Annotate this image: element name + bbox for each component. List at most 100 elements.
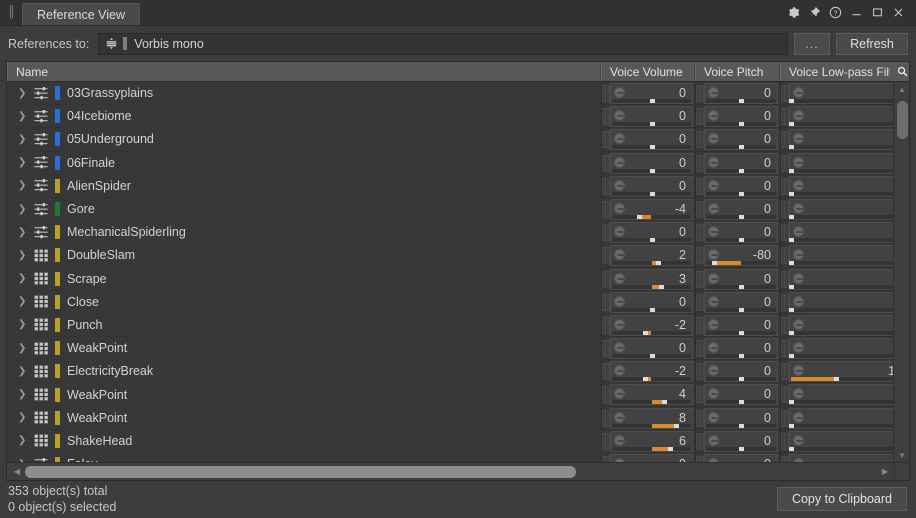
value-widget[interactable]: 0 [610, 106, 693, 128]
table-row[interactable]: ❯ MechanicalSpiderling 0 0 0 [7, 221, 909, 245]
table-row[interactable]: ❯ 04Icebiome 0 0 0 [7, 105, 909, 129]
knob-icon[interactable] [614, 434, 625, 446]
scroll-right-icon[interactable]: ▶ [877, 463, 893, 480]
value-widget[interactable]: 0 [789, 222, 909, 244]
row-name-cell[interactable]: ❯ Close [7, 290, 601, 314]
value-widget[interactable]: 0 [704, 198, 778, 220]
row-name-cell[interactable]: ❯ Scrape [7, 267, 601, 291]
tab-reference-view[interactable]: Reference View [22, 3, 141, 25]
slider-track[interactable] [789, 99, 907, 103]
value-widget[interactable]: 0 [789, 83, 909, 104]
slider-track[interactable] [612, 191, 691, 196]
row-name-cell[interactable]: ❯ 04Icebiome [7, 105, 601, 129]
table-row[interactable]: ❯ 05Underground 0 0 0 [7, 128, 909, 152]
slider-handle[interactable] [643, 330, 649, 335]
slider-track[interactable] [612, 122, 691, 127]
slider-track[interactable] [789, 214, 907, 219]
slider-track[interactable] [706, 99, 776, 103]
slider-handle[interactable] [649, 238, 655, 243]
row-name-cell[interactable]: ❯ WeakPoint [7, 383, 601, 407]
slider-handle[interactable] [739, 307, 744, 312]
knob-icon[interactable] [614, 226, 625, 238]
refresh-button[interactable]: Refresh [836, 32, 908, 55]
cell-voice-volume[interactable]: 0 [601, 221, 695, 245]
knob-icon[interactable] [793, 365, 804, 377]
value-widget[interactable]: -4 [610, 198, 693, 220]
cell-voice-volume[interactable]: 0 [601, 290, 695, 314]
chevron-right-icon[interactable]: ❯ [18, 221, 33, 243]
row-name-cell[interactable]: ❯ MechanicalSpiderling [7, 221, 601, 245]
value-widget[interactable]: 0 [789, 384, 909, 406]
cell-voice-pitch[interactable]: 0 [695, 267, 780, 291]
slider-track[interactable] [706, 261, 776, 266]
slider-handle[interactable] [789, 168, 794, 173]
knob-icon[interactable] [708, 295, 719, 307]
slider-track[interactable] [706, 122, 776, 127]
scroll-down-icon[interactable]: ▼ [894, 448, 909, 463]
value-widget[interactable]: 0 [610, 83, 693, 104]
slider-track[interactable] [789, 446, 907, 451]
cell-voice-lowpass[interactable]: 0 [780, 267, 909, 291]
slider-handle[interactable] [649, 168, 655, 173]
knob-icon[interactable] [708, 133, 719, 145]
slider-handle[interactable] [789, 261, 794, 266]
value-widget[interactable]: 0 [704, 152, 778, 174]
cell-voice-pitch[interactable]: 0 [695, 197, 780, 222]
gear-icon[interactable] [783, 0, 804, 25]
value-widget[interactable]: 0 [789, 314, 909, 336]
value-widget[interactable]: 15 [789, 361, 909, 383]
slider-track[interactable] [612, 330, 691, 335]
slider-handle[interactable] [649, 191, 655, 196]
chevron-right-icon[interactable]: ❯ [18, 152, 33, 174]
slider-handle[interactable] [789, 145, 794, 150]
knob-icon[interactable] [793, 434, 804, 446]
minimize-icon[interactable] [846, 0, 867, 25]
row-name-cell[interactable]: ❯ WeakPoint [7, 406, 601, 430]
row-name-cell[interactable]: ❯ 06Finale [7, 151, 601, 175]
knob-icon[interactable] [708, 110, 719, 122]
table-row[interactable]: ❯ Gore -4 0 0 [7, 197, 909, 222]
slider-track[interactable] [706, 354, 776, 359]
slider-track[interactable] [706, 168, 776, 173]
slider-track[interactable] [706, 330, 776, 335]
knob-icon[interactable] [614, 110, 625, 122]
slider-handle[interactable] [673, 423, 679, 428]
cell-voice-lowpass[interactable]: 0 [780, 82, 909, 106]
maximize-icon[interactable] [867, 0, 888, 25]
value-widget[interactable]: -2 [610, 314, 693, 336]
row-name-cell[interactable]: ❯ Gore [7, 197, 601, 222]
cell-voice-lowpass[interactable]: 0 [780, 290, 909, 314]
column-header-name[interactable]: Name [7, 62, 601, 81]
row-name-cell[interactable]: ❯ 03Grassyplains [7, 82, 601, 106]
slider-track[interactable] [612, 446, 691, 451]
slider-track[interactable] [789, 400, 907, 405]
slider-handle[interactable] [649, 99, 655, 103]
cell-voice-pitch[interactable]: 0 [695, 82, 780, 106]
value-widget[interactable]: 0 [704, 291, 778, 313]
chevron-right-icon[interactable]: ❯ [18, 337, 33, 359]
cell-voice-volume[interactable]: -4 [601, 197, 695, 222]
cell-voice-pitch[interactable]: 0 [695, 313, 780, 338]
knob-icon[interactable] [708, 179, 719, 191]
knob-icon[interactable] [614, 388, 625, 400]
cell-voice-lowpass[interactable]: 0 [780, 174, 909, 198]
slider-handle[interactable] [789, 400, 794, 405]
slider-handle[interactable] [739, 168, 744, 173]
slider-handle[interactable] [789, 307, 794, 312]
slider-handle[interactable] [789, 122, 794, 127]
row-name-cell[interactable]: ❯ Punch [7, 313, 601, 338]
slider-track[interactable] [789, 168, 907, 173]
knob-icon[interactable] [793, 342, 804, 354]
value-widget[interactable]: -2 [610, 361, 693, 383]
row-name-cell[interactable]: ❯ 05Underground [7, 128, 601, 152]
slider-track[interactable] [706, 423, 776, 428]
slider-handle[interactable] [789, 354, 794, 359]
row-name-cell[interactable]: ❯ ShakeHead [7, 429, 601, 453]
value-widget[interactable]: -80 [704, 245, 778, 267]
knob-icon[interactable] [708, 318, 719, 330]
cell-voice-lowpass[interactable]: 0 [780, 337, 909, 361]
value-widget[interactable]: 0 [789, 106, 909, 128]
chevron-right-icon[interactable]: ❯ [18, 128, 33, 150]
cell-voice-volume[interactable]: 0 [601, 105, 695, 129]
value-widget[interactable]: 0 [610, 222, 693, 244]
